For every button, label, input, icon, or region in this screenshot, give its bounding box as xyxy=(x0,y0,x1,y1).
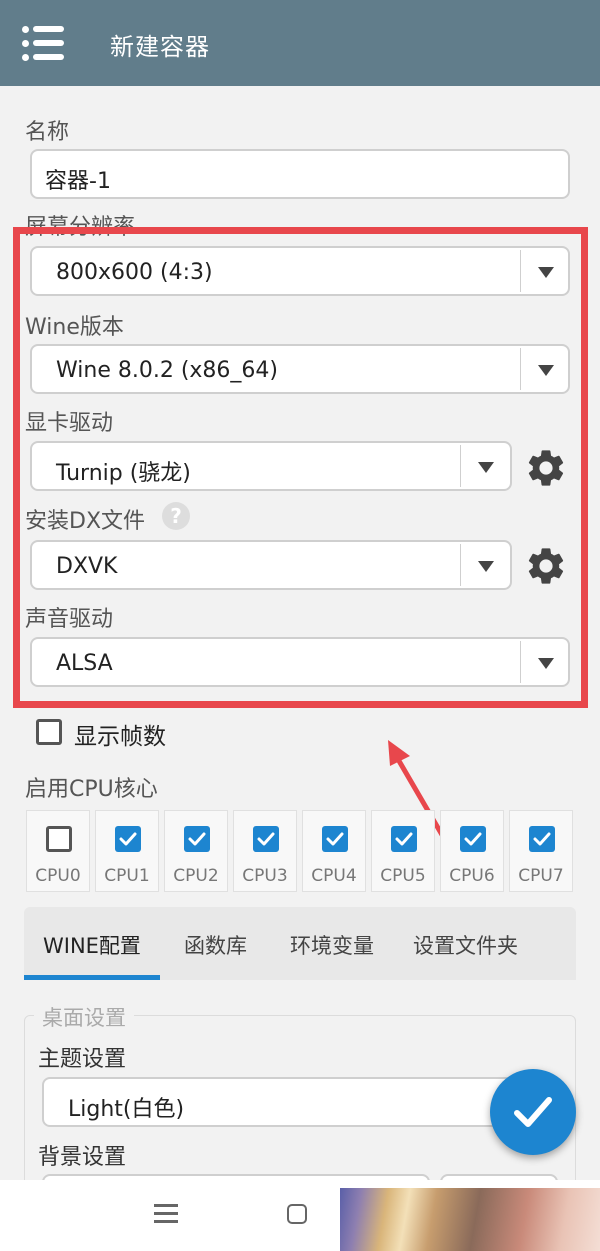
graphics-driver-label: 显卡驱动 xyxy=(25,411,114,436)
theme-label: 主题设置 xyxy=(38,1047,127,1072)
name-field[interactable]: 容器-1 xyxy=(30,149,570,199)
cpu-core-checkbox[interactable] xyxy=(322,826,348,852)
check-icon xyxy=(395,832,413,846)
show-fps-label: 显示帧数 xyxy=(74,724,166,750)
cpu-core-toggle[interactable]: CPU0 xyxy=(26,810,90,892)
check-icon xyxy=(464,832,482,846)
chevron-down-icon xyxy=(538,365,554,376)
desktop-settings-title: 桌面设置 xyxy=(34,1002,134,1032)
cpu-core-label: CPU6 xyxy=(449,866,495,886)
cpu-core-toggle[interactable]: CPU3 xyxy=(233,810,297,892)
show-fps-checkbox[interactable] xyxy=(36,719,62,745)
theme-value: Light(白色) xyxy=(68,1097,185,1122)
dx-wrapper-select[interactable]: DXVK xyxy=(30,540,512,590)
name-value: 容器-1 xyxy=(45,169,111,194)
chevron-down-icon xyxy=(478,462,494,473)
dx-wrapper-value: DXVK xyxy=(56,554,118,579)
cpu-core-label: CPU7 xyxy=(518,866,564,886)
theme-select[interactable]: Light(白色) xyxy=(42,1077,542,1127)
cpu-core-label: CPU4 xyxy=(311,866,357,886)
resolution-label: 屏幕分辨率 xyxy=(25,215,136,240)
check-icon xyxy=(188,832,206,846)
resolution-select[interactable]: 800x600 (4:3) xyxy=(30,246,570,296)
cpu-core-toggle[interactable]: CPU4 xyxy=(302,810,366,892)
tab-libraries[interactable]: 函数库 xyxy=(184,930,247,960)
chevron-down-icon xyxy=(478,561,494,572)
cpu-core-checkbox[interactable] xyxy=(253,826,279,852)
audio-driver-value: ALSA xyxy=(56,651,113,676)
cpu-core-label: CPU0 xyxy=(35,866,81,886)
menu-icon[interactable] xyxy=(22,25,64,61)
graphics-driver-select[interactable]: Turnip (骁龙) xyxy=(30,441,512,491)
cpu-core-label: CPU3 xyxy=(242,866,288,886)
check-icon xyxy=(533,832,551,846)
cpu-cores-label: 启用CPU核心 xyxy=(25,777,158,802)
watermark-image xyxy=(340,1188,600,1251)
wine-version-label: Wine版本 xyxy=(25,315,124,340)
chevron-down-icon xyxy=(538,267,554,278)
wine-version-select[interactable]: Wine 8.0.2 (x86_64) xyxy=(30,344,570,394)
help-icon[interactable]: ? xyxy=(162,502,190,530)
tab-wine-config[interactable]: WINE配置 xyxy=(43,930,141,960)
name-label: 名称 xyxy=(25,120,70,145)
cpu-core-toggle[interactable]: CPU5 xyxy=(371,810,435,892)
gear-icon[interactable] xyxy=(524,544,568,588)
background-label: 背景设置 xyxy=(38,1145,127,1170)
cpu-core-checkbox[interactable] xyxy=(529,826,555,852)
check-icon xyxy=(514,1097,552,1127)
resolution-value: 800x600 (4:3) xyxy=(56,260,213,285)
chevron-down-icon xyxy=(538,658,554,669)
tab-bar: WINE配置 函数库 环境变量 设置文件夹 xyxy=(24,907,576,980)
gear-icon[interactable] xyxy=(524,446,568,490)
app-bar: 新建容器 xyxy=(0,0,600,86)
home-icon[interactable] xyxy=(287,1204,307,1224)
audio-driver-label: 声音驱动 xyxy=(25,607,114,632)
check-icon xyxy=(119,832,137,846)
cpu-core-label: CPU1 xyxy=(104,866,150,886)
cpu-core-toggle[interactable]: CPU1 xyxy=(95,810,159,892)
cpu-core-label: CPU5 xyxy=(380,866,426,886)
check-icon xyxy=(257,832,275,846)
cpu-core-toggle[interactable]: CPU2 xyxy=(164,810,228,892)
cpu-core-label: CPU2 xyxy=(173,866,219,886)
cpu-core-toggle[interactable]: CPU7 xyxy=(509,810,573,892)
recent-apps-icon[interactable] xyxy=(154,1204,178,1224)
tab-folder-settings[interactable]: 设置文件夹 xyxy=(413,930,518,960)
cpu-core-checkbox[interactable] xyxy=(46,826,72,852)
page-title: 新建容器 xyxy=(110,33,210,61)
cpu-core-checkbox[interactable] xyxy=(391,826,417,852)
confirm-button[interactable] xyxy=(490,1069,576,1155)
wine-version-value: Wine 8.0.2 (x86_64) xyxy=(56,358,278,383)
cpu-core-checkbox[interactable] xyxy=(184,826,210,852)
tab-environment-variables[interactable]: 环境变量 xyxy=(290,930,374,960)
cpu-core-checkbox[interactable] xyxy=(460,826,486,852)
active-tab-indicator xyxy=(24,975,160,980)
graphics-driver-value: Turnip (骁龙) xyxy=(56,461,191,486)
dx-wrapper-label: 安装DX文件 xyxy=(25,509,146,534)
cpu-core-checkbox[interactable] xyxy=(115,826,141,852)
cpu-core-toggle[interactable]: CPU6 xyxy=(440,810,504,892)
check-icon xyxy=(326,832,344,846)
audio-driver-select[interactable]: ALSA xyxy=(30,637,570,687)
